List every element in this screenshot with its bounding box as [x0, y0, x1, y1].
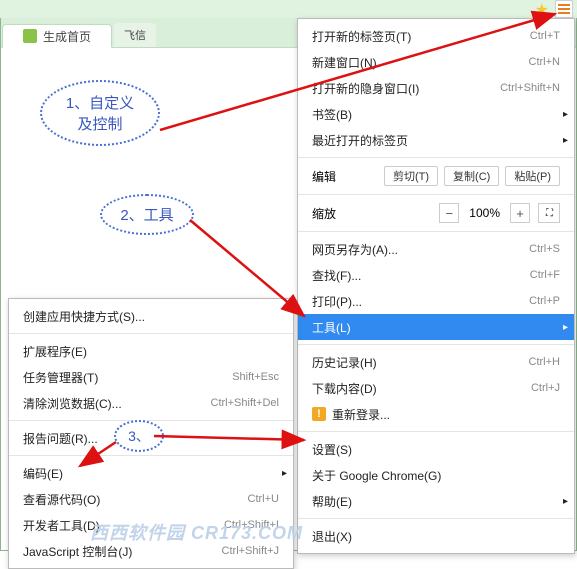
menu-row-zoom: 缩放 − 100% + ⛶ [298, 199, 574, 227]
submenu-item-encoding[interactable]: 编码(E)▸ [9, 460, 293, 486]
edit-cut-button[interactable]: 剪切(T) [384, 166, 438, 186]
chevron-right-icon: ▸ [563, 135, 568, 146]
chevron-right-icon: ▸ [563, 322, 568, 333]
submenu-item-extensions[interactable]: 扩展程序(E) [9, 338, 293, 364]
menu-row-edit: 编辑 剪切(T) 复制(C) 粘贴(P) [298, 162, 574, 190]
menu-item-bookmarks[interactable]: 书签(B)▸ [298, 101, 574, 127]
annotation-callout-3: 3、 [114, 420, 164, 452]
menu-item-recent-tabs[interactable]: 最近打开的标签页▸ [298, 127, 574, 153]
main-menu: 打开新的标签页(T)Ctrl+T 新建窗口(N)Ctrl+N 打开新的隐身窗口(… [297, 18, 575, 554]
edit-copy-button[interactable]: 复制(C) [444, 166, 499, 186]
chevron-right-icon: ▸ [282, 468, 287, 479]
tab-feixin[interactable]: 飞信 [114, 23, 156, 47]
menu-item-signin[interactable]: !重新登录... [298, 401, 574, 427]
menu-item-save-as[interactable]: 网页另存为(A)...Ctrl+S [298, 236, 574, 262]
watermark: 西西软件园 CR173.COM [90, 519, 303, 545]
submenu-item-clear-data[interactable]: 清除浏览数据(C)...Ctrl+Shift+Del [9, 390, 293, 416]
main-menu-button[interactable] [555, 0, 573, 18]
chevron-right-icon: ▸ [563, 109, 568, 120]
menu-item-find[interactable]: 查找(F)...Ctrl+F [298, 262, 574, 288]
zoom-value: 100% [463, 206, 506, 220]
chevron-right-icon: ▸ [563, 496, 568, 507]
menu-item-downloads[interactable]: 下载内容(D)Ctrl+J [298, 375, 574, 401]
menu-item-new-tab[interactable]: 打开新的标签页(T)Ctrl+T [298, 23, 574, 49]
menu-item-history[interactable]: 历史记录(H)Ctrl+H [298, 349, 574, 375]
warning-icon: ! [312, 407, 326, 421]
fullscreen-button[interactable]: ⛶ [538, 203, 560, 223]
annotation-callout-1: 1、自定义 及控制 [40, 80, 160, 146]
tab-home[interactable]: 生成首页 [2, 24, 112, 48]
annotation-callout-2: 2、工具 [100, 194, 194, 235]
menu-item-new-window[interactable]: 新建窗口(N)Ctrl+N [298, 49, 574, 75]
submenu-item-view-source[interactable]: 查看源代码(O)Ctrl+U [9, 486, 293, 512]
menu-item-exit[interactable]: 退出(X) [298, 523, 574, 549]
zoom-in-button[interactable]: + [510, 203, 530, 223]
menu-item-print[interactable]: 打印(P)...Ctrl+P [298, 288, 574, 314]
zoom-out-button[interactable]: − [439, 203, 459, 223]
submenu-item-create-shortcut[interactable]: 创建应用快捷方式(S)... [9, 303, 293, 329]
menu-item-tools[interactable]: 工具(L)▸ [298, 314, 574, 340]
tab-label: 生成首页 [43, 28, 91, 45]
tab-label: 飞信 [124, 27, 146, 43]
menu-item-help[interactable]: 帮助(E)▸ [298, 488, 574, 514]
menu-item-about[interactable]: 关于 Google Chrome(G) [298, 462, 574, 488]
submenu-item-task-manager[interactable]: 任务管理器(T)Shift+Esc [9, 364, 293, 390]
edit-paste-button[interactable]: 粘贴(P) [505, 166, 560, 186]
bookmark-star-icon[interactable]: ★ [535, 0, 549, 20]
menu-item-settings[interactable]: 设置(S) [298, 436, 574, 462]
menu-item-incognito[interactable]: 打开新的隐身窗口(I)Ctrl+Shift+N [298, 75, 574, 101]
